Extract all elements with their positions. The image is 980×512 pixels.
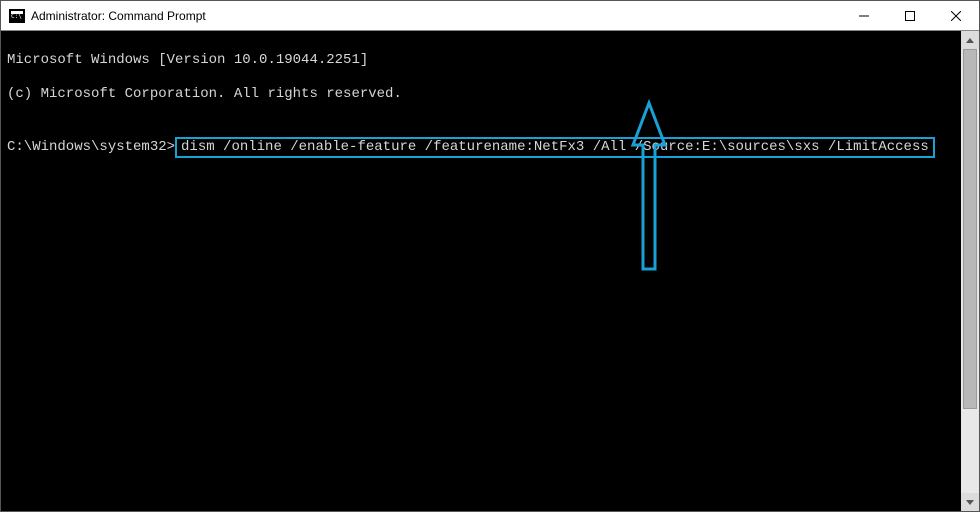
maximize-button[interactable]: [887, 1, 933, 30]
cmd-icon: [9, 9, 25, 23]
minimize-button[interactable]: [841, 1, 887, 30]
scroll-thumb[interactable]: [963, 49, 977, 409]
scroll-up-button[interactable]: [961, 31, 979, 49]
command-highlight: dism /online /enable-feature /featurenam…: [175, 137, 935, 158]
titlebar[interactable]: Administrator: Command Prompt: [1, 1, 979, 31]
close-icon: [951, 11, 961, 21]
output-line: (c) Microsoft Corporation. All rights re…: [7, 86, 955, 103]
close-button[interactable]: [933, 1, 979, 30]
window-title: Administrator: Command Prompt: [31, 9, 841, 23]
scroll-down-button[interactable]: [961, 493, 979, 511]
maximize-icon: [905, 11, 915, 21]
prompt-text: C:\Windows\system32>: [7, 139, 175, 156]
terminal-output: Microsoft Windows [Version 10.0.19044.22…: [1, 31, 961, 511]
terminal-client-area[interactable]: Microsoft Windows [Version 10.0.19044.22…: [1, 31, 979, 511]
output-line: Microsoft Windows [Version 10.0.19044.22…: [7, 52, 955, 69]
vertical-scrollbar[interactable]: [961, 31, 979, 511]
command-prompt-window: Administrator: Command Prompt Microsoft …: [0, 0, 980, 512]
minimize-icon: [859, 11, 869, 21]
prompt-line: C:\Windows\system32> dism /online /enable…: [7, 137, 955, 158]
command-text[interactable]: dism /online /enable-feature /featurenam…: [181, 139, 929, 155]
window-controls: [841, 1, 979, 30]
